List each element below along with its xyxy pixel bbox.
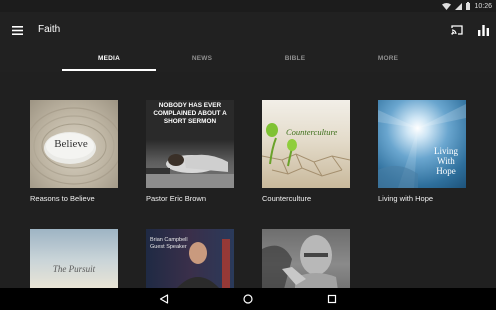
- cast-icon: [451, 25, 463, 35]
- tab-indicator: [62, 69, 156, 71]
- recents-square-icon: [327, 294, 337, 304]
- media-card-reasons-to-believe[interactable]: Believe Reasons to Believe: [30, 100, 118, 203]
- media-card-living-with-hope[interactable]: Living With Hope Living with Hope: [378, 100, 466, 203]
- tab-label: MEDIA: [98, 55, 120, 62]
- thumbnail: Brian Campbell Guest Speaker: [146, 229, 234, 288]
- speaker-image: [177, 239, 230, 288]
- thumbnail: [262, 229, 350, 288]
- knight-armor-image: [262, 235, 338, 288]
- signal-icon: [455, 2, 463, 10]
- card-title: Living with Hope: [378, 194, 434, 203]
- stone-text: Believe: [54, 138, 88, 150]
- cast-button[interactable]: [448, 21, 466, 39]
- tab-media[interactable]: MEDIA: [62, 48, 156, 72]
- menu-icon: [11, 25, 23, 35]
- card-title: Counterculture: [262, 194, 312, 203]
- stats-button[interactable]: [474, 21, 492, 39]
- card-title: Pastor Eric Brown: [146, 194, 207, 203]
- home-circle-icon: [243, 294, 253, 304]
- status-icons: 10:26: [442, 1, 492, 11]
- tab-bible[interactable]: BIBLE: [248, 48, 342, 72]
- thumb-caption: The Pursuit: [52, 264, 96, 274]
- tab-label: NEWS: [191, 55, 213, 62]
- tab-label: MORE: [377, 55, 399, 62]
- tab-news[interactable]: NEWS: [155, 48, 249, 72]
- recents-button[interactable]: [326, 293, 338, 305]
- tab-bar: MEDIA NEWS BIBLE MORE: [0, 48, 496, 72]
- thumb-caption: Counterculture: [286, 127, 338, 137]
- status-time: 10:26: [474, 2, 492, 10]
- thumbnail: Believe: [30, 100, 118, 188]
- back-button[interactable]: [158, 293, 170, 305]
- back-triangle-icon: [159, 294, 169, 304]
- tab-label: BIBLE: [284, 55, 306, 62]
- media-card-pastor-eric-brown[interactable]: NOBODY HAS EVER COMPLAINED ABOUT A SHORT…: [146, 100, 234, 203]
- thumb-caption: Living With Hope: [434, 146, 458, 176]
- cracked-earth-image: [262, 123, 350, 177]
- menu-button[interactable]: [8, 21, 26, 39]
- card-title: Reasons to Believe: [30, 194, 95, 203]
- app-title: Faith: [38, 24, 61, 35]
- app-bar: Faith: [0, 12, 496, 48]
- thumbnail: Living With Hope: [378, 100, 466, 188]
- battery-icon: [466, 2, 471, 10]
- tab-more[interactable]: MORE: [341, 48, 435, 72]
- media-card-the-pursuit[interactable]: The Pursuit: [30, 229, 118, 288]
- thumbnail: The Pursuit: [30, 229, 118, 288]
- sleeping-man-image: [146, 154, 234, 188]
- media-grid: Believe Reasons to Believe NOBODY HAS EV…: [0, 72, 496, 288]
- wifi-icon: [442, 2, 452, 10]
- thumbnail: Counterculture: [262, 100, 350, 188]
- media-card-knight[interactable]: [262, 229, 350, 288]
- status-bar: 10:26: [0, 0, 496, 12]
- system-nav-bar: [0, 288, 496, 310]
- thumbnail: NOBODY HAS EVER COMPLAINED ABOUT A SHORT…: [146, 100, 234, 188]
- bar-chart-icon: [477, 24, 489, 36]
- home-button[interactable]: [242, 293, 254, 305]
- media-card-brian-campbell[interactable]: Brian Campbell Guest Speaker: [146, 229, 234, 288]
- media-card-counterculture[interactable]: Counterculture Counterculture: [262, 100, 350, 203]
